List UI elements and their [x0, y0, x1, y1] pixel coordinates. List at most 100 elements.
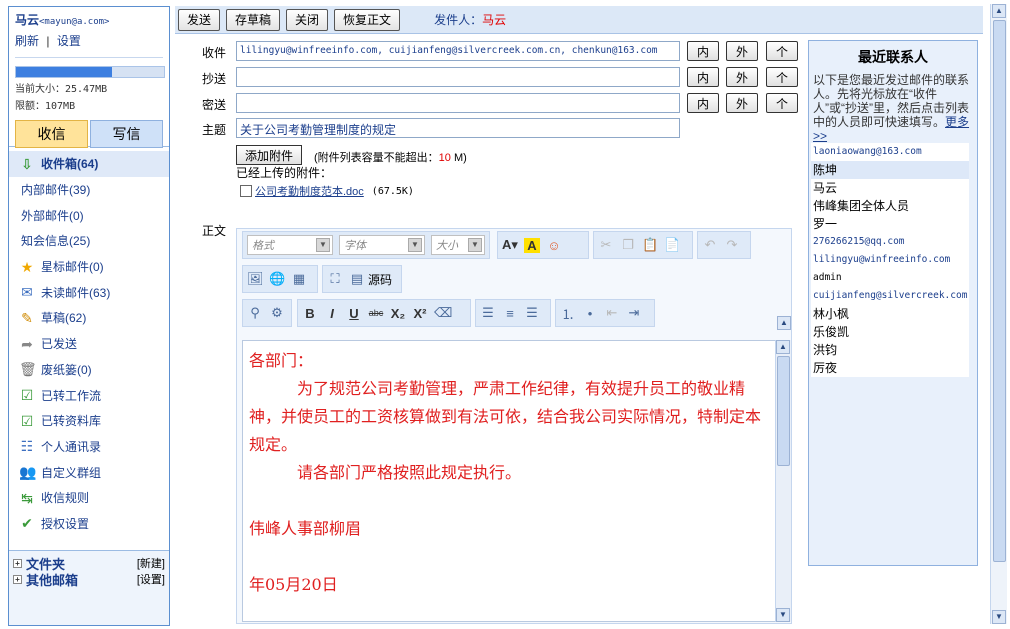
to-field[interactable]: lilingyu@winfreeinfo.com, cuijianfeng@si… [236, 41, 680, 61]
nav-item-inbox[interactable]: ⇩ 收件箱(64) [9, 151, 169, 177]
contact-item[interactable]: laoniaowang@163.com [811, 143, 969, 161]
undo-icon[interactable]: ↶ [702, 237, 718, 253]
ordered-list-icon[interactable]: ⒈ [560, 304, 576, 323]
nav-item-addressbook[interactable]: ☷ 个人通讯录 [9, 434, 169, 460]
paste-icon[interactable]: 📋 [642, 237, 658, 253]
cc-personal-button[interactable]: 个 [766, 67, 798, 87]
align-center-icon[interactable]: ≡ [502, 306, 518, 321]
bcc-field[interactable] [236, 93, 680, 113]
scroll-up-icon[interactable]: ▲ [992, 4, 1006, 18]
close-button[interactable]: 关闭 [286, 8, 329, 31]
contact-item[interactable]: 伟峰集团全体人员 [811, 197, 969, 215]
cc-internal-button[interactable]: 内 [687, 67, 719, 87]
cc-field[interactable] [236, 67, 680, 87]
contact-item[interactable]: 陈坤 [811, 161, 969, 179]
superscript-button[interactable]: X² [412, 306, 428, 321]
nav-item-starred[interactable]: ★ 星标邮件(0) [9, 254, 169, 280]
refresh-link[interactable]: 刷新 [15, 34, 39, 48]
size-select[interactable]: 大小 ▼ [431, 235, 485, 255]
align-left-icon[interactable]: ☰ [480, 305, 496, 321]
to-external-button[interactable]: 外 [726, 41, 758, 61]
underline-button[interactable]: U [346, 306, 362, 321]
page-scrollbar[interactable]: ▲ ▼ [990, 4, 1007, 624]
insert-table-icon[interactable]: ▦ [291, 271, 307, 287]
settings-link[interactable]: 设置 [57, 34, 81, 48]
bold-button[interactable]: B [302, 306, 318, 321]
nav-item-notify[interactable]: 知会信息(25) [9, 228, 169, 254]
contact-item[interactable]: 276266215@qq.com [811, 233, 969, 251]
text-color-icon[interactable]: A▾ [502, 237, 518, 253]
nav-item-sent[interactable]: ➦ 已发送 [9, 331, 169, 357]
nav-item-workflow[interactable]: ☑ 已转工作流 [9, 382, 169, 408]
indent-icon[interactable]: ⇥ [626, 305, 642, 321]
subject-field[interactable]: 关于公司考勤管理制度的规定 [236, 118, 680, 138]
nav-item-library[interactable]: ☑ 已转资料库 [9, 408, 169, 434]
insert-link-icon[interactable]: 🌐 [269, 271, 285, 287]
fullscreen-icon[interactable]: ⛶ [327, 271, 343, 287]
insert-image-icon[interactable]: 🖼 [247, 271, 264, 287]
bcc-external-button[interactable]: 外 [726, 93, 758, 113]
attachment-file-link[interactable]: 公司考勤制度范本.doc [255, 183, 364, 199]
contact-item[interactable]: 马云 [811, 179, 969, 197]
contact-item[interactable]: 洪钧 [811, 341, 969, 359]
eraser-icon[interactable]: ⌫ [434, 305, 452, 321]
expand-icon[interactable]: + [13, 574, 22, 584]
send-button[interactable]: 发送 [178, 8, 221, 31]
restore-body-button[interactable]: 恢复正文 [334, 8, 401, 31]
expand-icon[interactable]: + [13, 558, 22, 568]
paste-word-icon[interactable]: 📄 [664, 237, 680, 253]
font-select[interactable]: 字体 ▼ [339, 235, 425, 255]
message-body[interactable]: 各部门： 为了规范公司考勤管理，严肃工作纪律，有效提升员工的敬业精神，并使员工的… [242, 340, 776, 622]
cut-icon[interactable]: ✂ [598, 237, 614, 253]
nav-item-external[interactable]: 外部邮件(0) [9, 202, 169, 228]
contact-item[interactable]: 厉夜 [811, 359, 969, 377]
find-icon[interactable]: ⚲ [247, 305, 263, 321]
subscript-button[interactable]: X₂ [390, 306, 406, 321]
attachment-checkbox[interactable] [240, 185, 252, 197]
outdent-icon[interactable]: ⇤ [604, 305, 620, 321]
bcc-internal-button[interactable]: 内 [687, 93, 719, 113]
redo-icon[interactable]: ↷ [724, 237, 740, 253]
new-folder-link[interactable]: [新建] [137, 555, 165, 571]
replace-icon[interactable]: ⚙ [269, 305, 285, 321]
italic-button[interactable]: I [324, 306, 340, 321]
nav-item-trash[interactable]: 🗑 废纸篓(0) [9, 357, 169, 383]
nav-item-internal[interactable]: 内部邮件(39) [9, 177, 169, 203]
editor-scrollbar[interactable]: ▲ ▼ [775, 340, 791, 622]
contact-item[interactable]: 林小枫 [811, 305, 969, 323]
source-button[interactable]: ▤ 源码 [349, 271, 392, 288]
nav-item-drafts[interactable]: ✎ 草稿(62) [9, 305, 169, 331]
scroll-thumb[interactable] [993, 20, 1006, 562]
contact-item[interactable]: 乐俊凯 [811, 323, 969, 341]
to-internal-button[interactable]: 内 [687, 41, 719, 61]
nav-item-groups[interactable]: 👥 自定义群组 [9, 459, 169, 485]
scroll-down-icon[interactable]: ▼ [776, 608, 790, 622]
contact-item[interactable]: lilingyu@winfreeinfo.com [811, 251, 969, 269]
highlight-color-icon[interactable]: A [524, 237, 540, 253]
to-personal-button[interactable]: 个 [766, 41, 798, 61]
nav-item-rules[interactable]: ↹ 收信规则 [9, 485, 169, 511]
strikethrough-button[interactable]: abc [368, 308, 384, 318]
contact-item[interactable]: admin [811, 269, 969, 287]
scroll-up-icon[interactable]: ▲ [776, 340, 790, 354]
save-draft-button[interactable]: 存草稿 [226, 8, 281, 31]
emoticon-icon[interactable]: ☺ [546, 238, 562, 253]
receive-mail-button[interactable]: 收信 [15, 120, 88, 148]
scroll-down-icon[interactable]: ▼ [992, 610, 1006, 624]
other-mailbox-label[interactable]: 其他邮箱 [26, 570, 78, 589]
cc-external-button[interactable]: 外 [726, 67, 758, 87]
collapse-toolbar-icon[interactable]: ▲ [777, 316, 791, 330]
scroll-thumb[interactable] [777, 356, 790, 466]
add-attachment-button[interactable]: 添加附件 [236, 145, 303, 165]
format-select[interactable]: 格式 ▼ [247, 235, 333, 255]
contact-item[interactable]: cuijianfeng@silvercreek.com.cn [811, 287, 969, 305]
unordered-list-icon[interactable]: • [582, 306, 598, 321]
other-mailbox-settings-link[interactable]: [设置] [137, 571, 165, 587]
nav-item-auth[interactable]: ✔ 授权设置 [9, 511, 169, 537]
copy-icon[interactable]: ❐ [620, 237, 636, 253]
align-right-icon[interactable]: ☰ [524, 305, 540, 321]
contact-item[interactable]: 罗一 [811, 215, 969, 233]
write-mail-button[interactable]: 写信 [90, 120, 163, 148]
nav-item-unread[interactable]: ✉ 未读邮件(63) [9, 279, 169, 305]
bcc-personal-button[interactable]: 个 [766, 93, 798, 113]
